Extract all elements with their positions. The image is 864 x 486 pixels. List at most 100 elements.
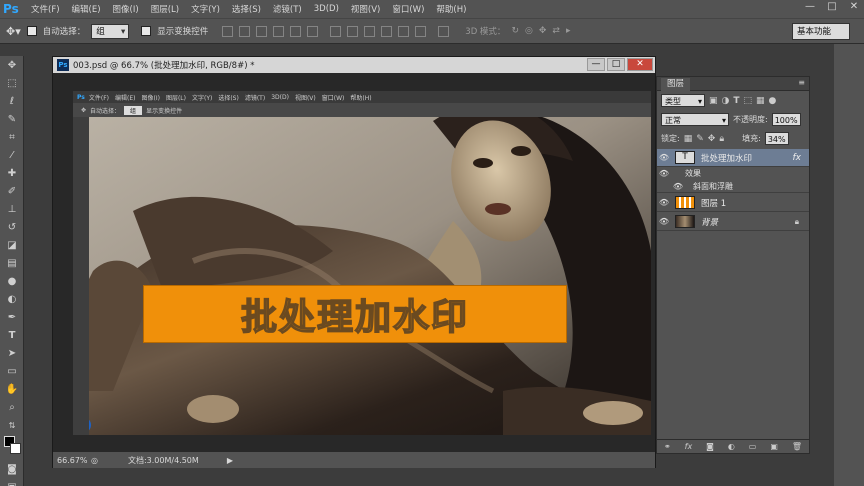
- menu-file[interactable]: 文件(F): [25, 3, 66, 15]
- distribute-bottom-icon[interactable]: [364, 25, 376, 37]
- status-icon[interactable]: ◎: [91, 456, 98, 465]
- new-group-icon[interactable]: ▭: [749, 442, 757, 451]
- layer-effects-row[interactable]: 👁︎ 效果: [657, 167, 809, 180]
- align-hcenter-icon[interactable]: [290, 25, 302, 37]
- lock-position-icon[interactable]: ✥: [708, 134, 716, 144]
- minimize-button[interactable]: —: [804, 1, 816, 13]
- layer-row-text[interactable]: 👁︎ T 批处理加水印 fx: [657, 149, 809, 167]
- align-top-icon[interactable]: [222, 25, 234, 37]
- layer-row-image[interactable]: 👁︎ 图层 1: [657, 194, 809, 212]
- menu-filter[interactable]: 滤镜(T): [267, 3, 308, 15]
- canvas[interactable]: 批处理加水印: [73, 91, 651, 435]
- history-brush-tool-icon[interactable]: ↺: [1, 218, 23, 236]
- menu-edit[interactable]: 编辑(E): [66, 3, 107, 15]
- lock-pixels-icon[interactable]: ✎: [696, 134, 704, 144]
- menu-type[interactable]: 文字(Y): [185, 3, 226, 15]
- background-color-swatch[interactable]: [10, 443, 21, 454]
- opacity-input[interactable]: 100%: [771, 113, 801, 126]
- crop-tool-icon[interactable]: ⌗: [1, 128, 23, 146]
- move-tool-icon[interactable]: ✥: [1, 56, 23, 74]
- eyedropper-tool-icon[interactable]: ⁄: [1, 146, 23, 164]
- zoom-level[interactable]: 66.67%: [57, 456, 88, 465]
- zoom-tool-icon[interactable]: ⌕: [1, 398, 23, 416]
- layer-name[interactable]: 图层 1: [701, 197, 726, 209]
- align-bottom-icon[interactable]: [256, 25, 268, 37]
- filter-pixel-icon[interactable]: ▣: [709, 96, 718, 106]
- dodge-tool-icon[interactable]: ◐: [1, 290, 23, 308]
- lock-all-icon[interactable]: 🔒︎: [719, 134, 724, 144]
- layer-kind-filter[interactable]: 类型: [661, 94, 705, 108]
- clone-stamp-tool-icon[interactable]: ⊥: [1, 200, 23, 218]
- layer-name[interactable]: 批处理加水印: [701, 152, 752, 164]
- blur-tool-icon[interactable]: ●: [1, 272, 23, 290]
- blend-mode-dropdown[interactable]: 正常: [661, 113, 729, 127]
- layer-fx-badge[interactable]: fx: [793, 153, 802, 163]
- 3d-rotate-icon[interactable]: ↻: [511, 26, 519, 36]
- adjustment-layer-icon[interactable]: ◐: [728, 442, 735, 451]
- layer-effect-bevel-row[interactable]: 👁︎ 斜面和浮雕: [657, 180, 809, 193]
- bevel-eye-icon[interactable]: 👁︎: [671, 182, 685, 191]
- filter-smart-icon[interactable]: ▦: [756, 96, 765, 106]
- auto-select-dropdown[interactable]: 组: [91, 23, 130, 40]
- link-layers-icon[interactable]: ⚭: [664, 442, 671, 451]
- 3d-pan-icon[interactable]: ✥: [539, 26, 547, 36]
- visibility-eye-icon[interactable]: 👁︎: [657, 153, 671, 162]
- tab-layers[interactable]: 图层: [661, 78, 691, 91]
- distribute-vcenter-icon[interactable]: [347, 25, 359, 37]
- menu-help[interactable]: 帮助(H): [430, 3, 472, 15]
- add-mask-icon[interactable]: ◙: [706, 442, 714, 451]
- distribute-right-icon[interactable]: [415, 25, 427, 37]
- type-tool-icon[interactable]: T: [1, 326, 23, 344]
- new-layer-icon[interactable]: ▣: [770, 442, 778, 451]
- gradient-tool-icon[interactable]: ▤: [1, 254, 23, 272]
- document-titlebar[interactable]: Ps 003.psd @ 66.7% (批处理加水印, RGB/8#) * — …: [53, 57, 655, 73]
- distribute-left-icon[interactable]: [381, 25, 393, 37]
- menu-select[interactable]: 选择(S): [226, 3, 267, 15]
- 3d-roll-icon[interactable]: ◎: [525, 26, 533, 36]
- marquee-tool-icon[interactable]: ⬚: [1, 74, 23, 92]
- menu-window[interactable]: 窗口(W): [386, 3, 430, 15]
- menu-image[interactable]: 图像(I): [107, 3, 145, 15]
- maximize-button[interactable]: □: [826, 1, 838, 13]
- pen-tool-icon[interactable]: ✒: [1, 308, 23, 326]
- filter-type-icon[interactable]: T: [733, 96, 739, 106]
- status-menu-arrow-icon[interactable]: ▶: [227, 456, 233, 465]
- lock-transparent-icon[interactable]: ▦: [684, 134, 693, 144]
- delete-layer-icon[interactable]: 🗑︎: [792, 442, 802, 451]
- workspace-dropdown[interactable]: 基本功能: [792, 23, 850, 40]
- visibility-eye-icon[interactable]: 👁︎: [657, 198, 671, 207]
- distribute-top-icon[interactable]: [330, 25, 342, 37]
- path-select-tool-icon[interactable]: ➤: [1, 344, 23, 362]
- filter-toggle-icon[interactable]: ●: [769, 96, 777, 106]
- screen-mode-icon[interactable]: ▣: [1, 478, 23, 486]
- layer-row-background[interactable]: 👁︎ 背景 🔒︎: [657, 213, 809, 231]
- show-transform-checkbox[interactable]: [141, 26, 152, 36]
- doc-close-button[interactable]: ✕: [627, 58, 653, 71]
- layer-name[interactable]: 背景: [701, 216, 718, 228]
- doc-minimize-button[interactable]: —: [587, 58, 605, 71]
- quick-select-tool-icon[interactable]: ✎: [1, 110, 23, 128]
- 3d-scale-icon[interactable]: ▸: [566, 26, 571, 36]
- lasso-tool-icon[interactable]: ℓ: [1, 92, 23, 110]
- doc-maximize-button[interactable]: □: [607, 58, 625, 71]
- move-tool-icon[interactable]: ✥▾: [6, 25, 21, 38]
- auto-align-icon[interactable]: [438, 25, 450, 37]
- hand-tool-icon[interactable]: ✋: [1, 380, 23, 398]
- visibility-eye-icon[interactable]: 👁︎: [657, 217, 671, 226]
- menu-view[interactable]: 视图(V): [345, 3, 386, 15]
- swap-colors-icon[interactable]: ⇅: [1, 416, 23, 434]
- align-vcenter-icon[interactable]: [239, 25, 251, 37]
- distribute-hcenter-icon[interactable]: [398, 25, 410, 37]
- panel-menu-icon[interactable]: ≡: [798, 78, 805, 87]
- auto-select-checkbox[interactable]: [26, 26, 37, 36]
- rectangle-tool-icon[interactable]: ▭: [1, 362, 23, 380]
- close-button[interactable]: ✕: [848, 1, 860, 13]
- align-left-icon[interactable]: [273, 25, 285, 37]
- healing-brush-tool-icon[interactable]: ✚: [1, 164, 23, 182]
- fill-input[interactable]: 34%: [764, 132, 789, 145]
- eraser-tool-icon[interactable]: ◪: [1, 236, 23, 254]
- menu-layer[interactable]: 图层(L): [145, 3, 185, 15]
- filter-shape-icon[interactable]: ⬚: [744, 96, 753, 106]
- brush-tool-icon[interactable]: ✐: [1, 182, 23, 200]
- color-swatches[interactable]: [1, 434, 23, 460]
